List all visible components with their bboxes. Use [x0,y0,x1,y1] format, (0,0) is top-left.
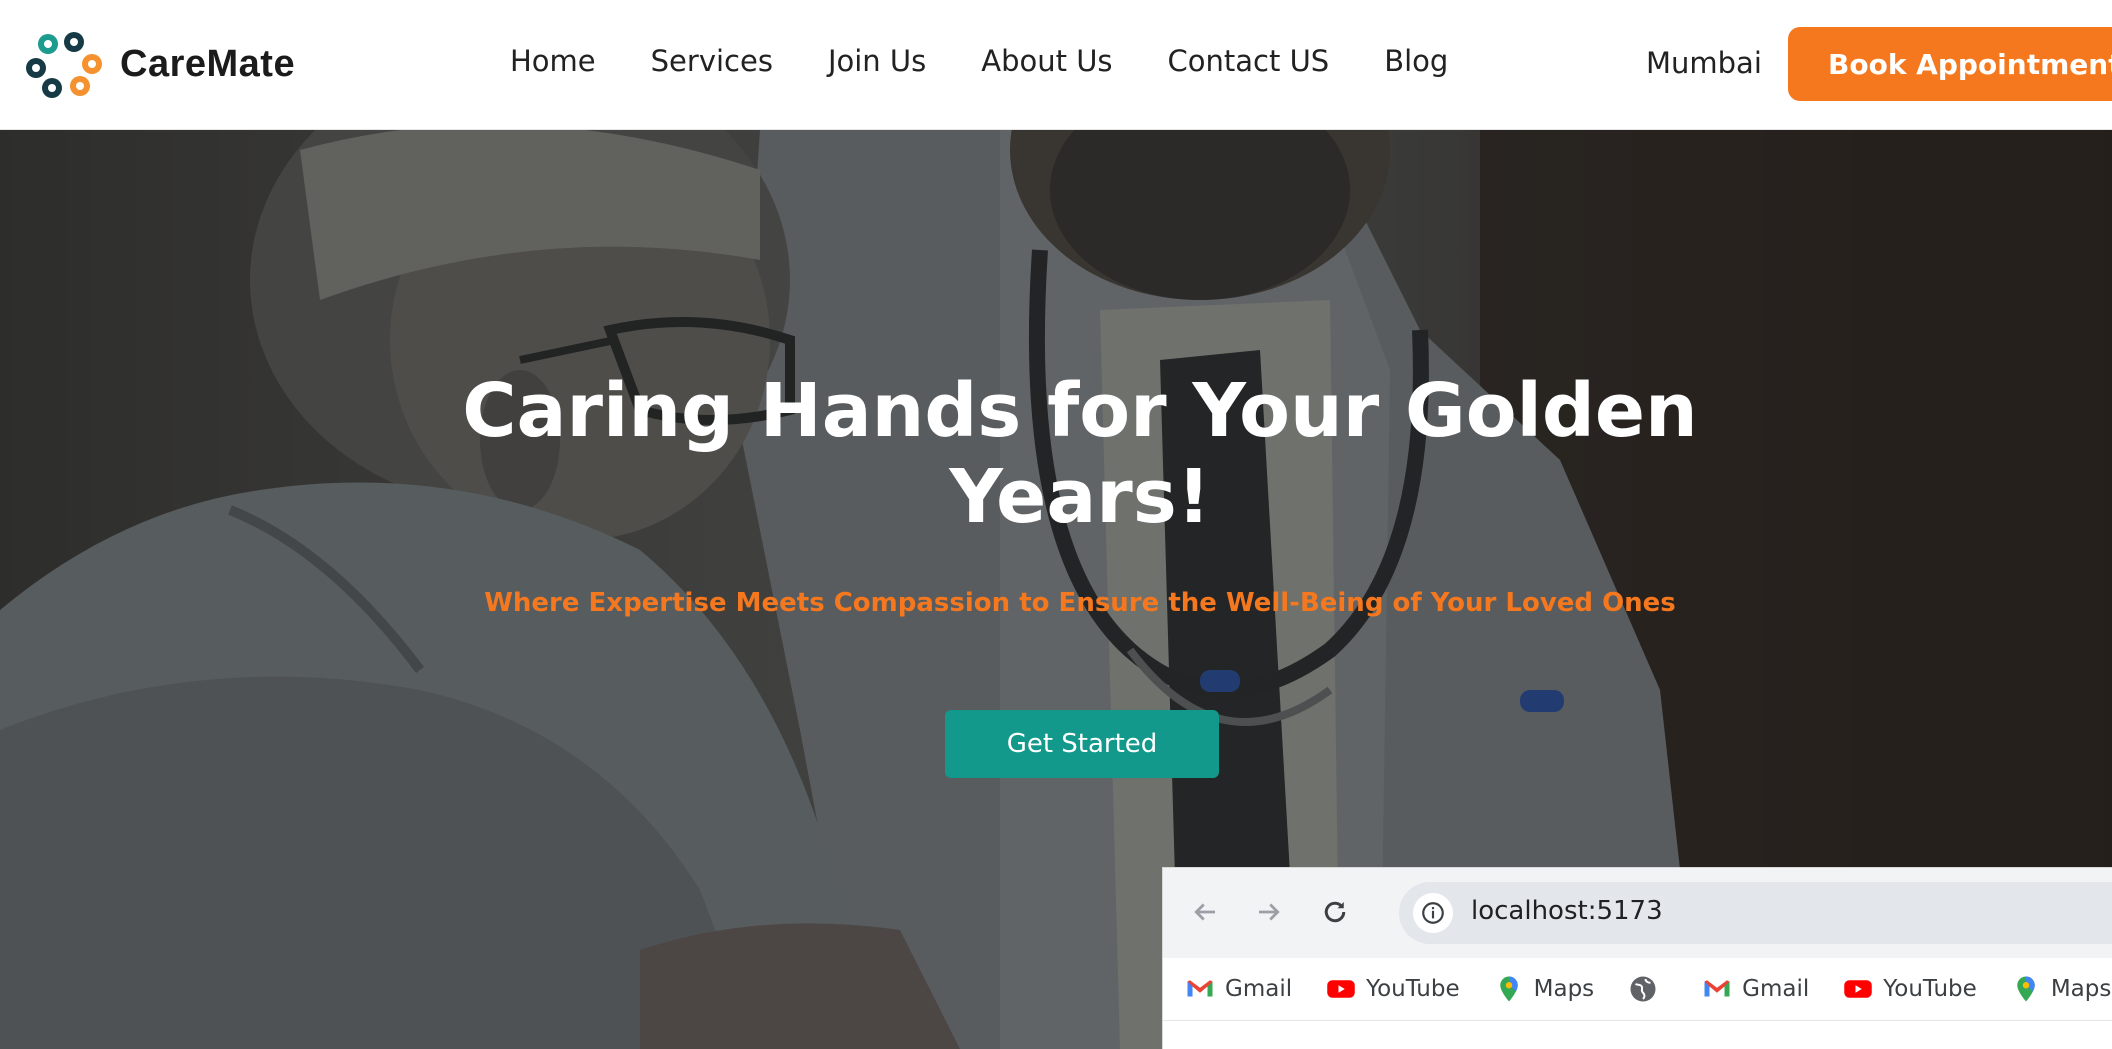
get-started-button[interactable]: Get Started [945,710,1219,778]
hero-subtitle: Where Expertise Meets Compassion to Ensu… [484,588,1676,618]
main-nav: Home Services Join Us About Us Contact U… [510,44,1503,78]
nav-contact-us[interactable]: Contact US [1168,44,1330,78]
brand-name: CareMate [120,42,296,85]
bookmark-maps[interactable]: Maps [1494,974,1594,1004]
maps-icon [1499,976,1518,1002]
gmail-icon [1704,980,1730,997]
hero-title-line-1: Caring Hands for Your Golden [462,368,1698,454]
maps-icon [2017,976,2035,1002]
nav-join-us[interactable]: Join Us [828,44,926,78]
reload-icon[interactable] [1313,890,1357,934]
bookmark-maps-2[interactable]: Maps [2011,974,2111,1004]
book-appointment-button[interactable]: Book Appointment [1788,27,2112,101]
city-selector[interactable]: Mumbai [1646,46,1762,80]
caremate-logo-icon [26,32,102,98]
youtube-icon [1844,980,1873,998]
bookmark-globe[interactable] [1628,974,1668,1004]
address-bar[interactable]: localhost:5173 [1399,882,2112,944]
bookmarks-bar: Gmail YouTube Maps Gmail YouTube Maps [1163,958,2112,1020]
nav-home[interactable]: Home [510,44,596,78]
bookmark-gmail[interactable]: Gmail [1185,974,1292,1004]
gmail-icon [1187,980,1213,997]
site-header: CareMate Home Services Join Us About Us … [0,0,2112,130]
brand-logo[interactable]: CareMate [24,28,295,100]
youtube-icon [1327,980,1355,998]
forward-arrow-icon[interactable] [1247,890,1291,934]
globe-icon [1630,976,1656,1002]
address-bar-url: localhost:5173 [1471,896,1663,926]
bookmark-youtube[interactable]: YouTube [1326,974,1460,1004]
nav-blog[interactable]: Blog [1384,44,1448,78]
back-arrow-icon[interactable] [1183,890,1227,934]
hero-title-line-2: Years! [949,454,1211,540]
browser-content-area [1163,1020,2112,1049]
bookmark-gmail-2[interactable]: Gmail [1702,974,1809,1004]
info-icon[interactable] [1413,893,1453,933]
browser-window-inset: localhost:5173 Gmail YouTube Maps Gmail … [1163,868,2112,1049]
nav-services[interactable]: Services [651,44,773,78]
nav-about-us[interactable]: About Us [981,44,1112,78]
bookmark-youtube-2[interactable]: YouTube [1843,974,1977,1004]
hero-title: Caring Hands for Your Golden Years! [380,368,1780,540]
browser-toolbar: localhost:5173 [1163,868,2112,958]
